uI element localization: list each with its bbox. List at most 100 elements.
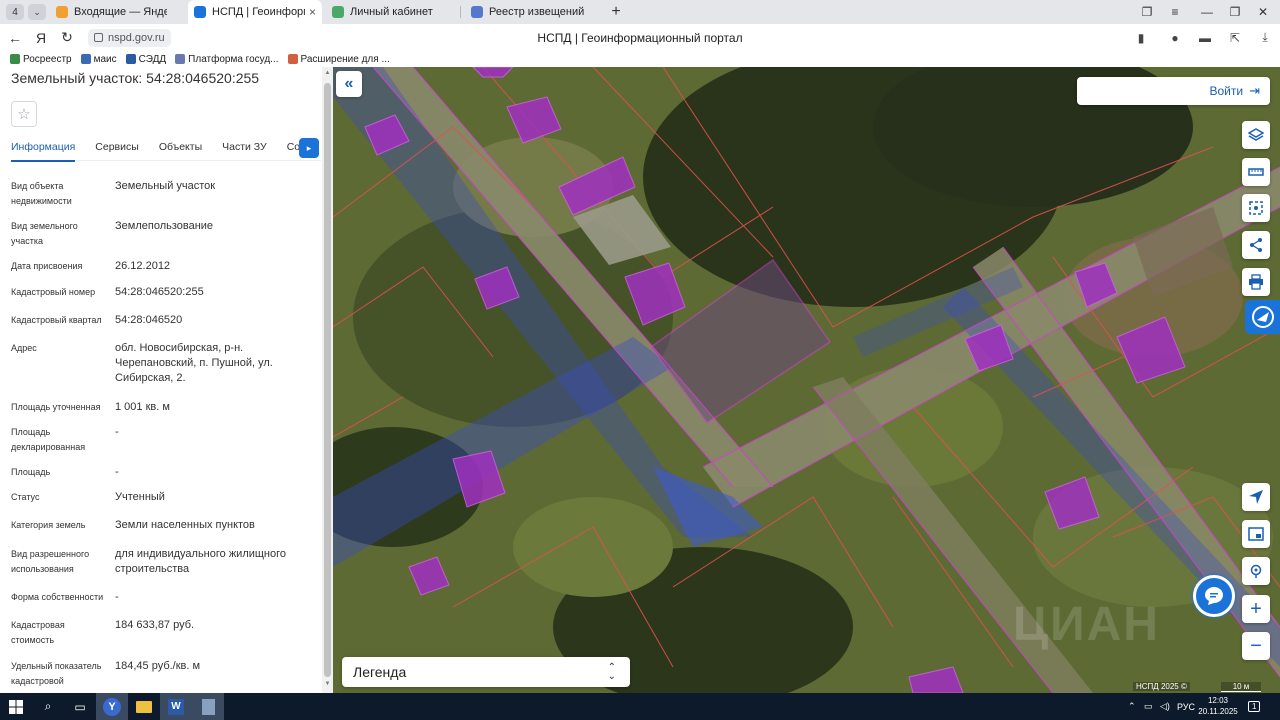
back-arrow-icon[interactable]: ← — [2, 27, 28, 49]
chat-icon[interactable] — [1193, 575, 1235, 617]
browser-tab-strip: 4 ⌄ Входящие — Яндекс Почт × НСПД | Геои… — [0, 0, 1280, 24]
picture-in-picture-icon[interactable] — [1242, 520, 1270, 548]
windows-taskbar: ⌕ ▭ Y W ⌃ ▭ ◁) РУС 12:03 20.11.2025 1 — [0, 693, 1280, 720]
network-icon[interactable]: ▭ — [1144, 693, 1153, 720]
language-indicator[interactable]: РУС — [1177, 693, 1195, 720]
share-icon[interactable] — [1242, 231, 1270, 259]
legend-dropdown[interactable]: Легенда ⌃ ⌄ — [342, 657, 630, 687]
new-tab-plus-icon[interactable]: + — [607, 3, 625, 21]
task-view-icon[interactable]: ▭ — [64, 693, 96, 720]
downloads-icon[interactable]: ▬ — [1190, 24, 1220, 51]
collapse-panel-icon[interactable]: « — [336, 71, 362, 97]
info-panel: Земельный участок: 54:28:046520:255 ☆ Ин… — [0, 67, 333, 693]
bookmark-label: Росреестр — [23, 53, 72, 65]
field-key: Удельный показатель кадастровой — [11, 661, 102, 686]
field-key: Кадастровый номер — [11, 287, 96, 297]
yandex-logo-icon[interactable]: Я — [28, 27, 54, 49]
tab-information[interactable]: Информация — [11, 133, 76, 162]
tab-parts[interactable]: Части ЗУ — [222, 133, 267, 161]
browser-tab-nspd[interactable]: НСПД | Геоинформацио × — [188, 0, 322, 24]
assistant-icon[interactable] — [1245, 300, 1280, 334]
close-icon[interactable]: × — [309, 5, 316, 19]
bookmark-extension[interactable]: Расширение для ... — [287, 54, 390, 65]
scroll-up-icon[interactable]: ▲ — [324, 70, 331, 78]
browser-tab-cabinet[interactable]: Личный кабинет — [326, 0, 460, 24]
watermark-text: ЦИАН — [1013, 598, 1160, 651]
chevron-updown-icon: ⌃ ⌄ — [607, 662, 616, 682]
parcel-title: Земельный участок: 54:28:046520:255 — [11, 70, 260, 86]
chevron-down-icon[interactable]: ⌄ — [28, 4, 46, 20]
bookmark-mais[interactable]: маис — [80, 54, 117, 65]
field-key: Кадастровый квартал — [11, 315, 102, 325]
browser-tab-mail[interactable]: Входящие — Яндекс Почт × — [50, 0, 184, 24]
tab-objects[interactable]: Объекты — [159, 133, 202, 161]
url-field[interactable]: nspd.gov.ru — [88, 28, 171, 47]
bookmark-rosreestr[interactable]: Росреестр — [10, 54, 72, 65]
scroll-thumb[interactable] — [324, 83, 331, 677]
field-key: Площадь — [11, 467, 51, 477]
notification-icon[interactable]: 1 — [1248, 693, 1261, 720]
clock-date: 20.11.2025 — [1198, 707, 1238, 716]
windows-start-icon[interactable] — [0, 693, 32, 720]
navigate-icon[interactable] — [1242, 483, 1270, 511]
clock-time: 12:03 — [1207, 696, 1229, 705]
field-value: - — [115, 466, 119, 478]
tab-counter[interactable]: 4 — [6, 4, 24, 20]
field-value: обл. Новосибирская, р-н. Черепановский, … — [115, 342, 273, 384]
minimize-icon[interactable]: — — [1192, 0, 1222, 24]
field-key: Дата присвоения — [11, 261, 83, 271]
login-arrow-icon: ⇥ — [1249, 83, 1260, 98]
notification-count: 1 — [1248, 701, 1261, 712]
field-key: Форма собственности — [11, 592, 104, 602]
bookmark-icon[interactable]: ▮ — [1126, 24, 1156, 51]
map-copyright: НСПД 2025 © — [1133, 682, 1190, 691]
bookmarks-bar: Росреестр маис СЭДД Платформа госуд... Р… — [0, 51, 1280, 67]
field-key: Адрес — [11, 343, 37, 353]
mail-favicon-icon — [56, 6, 68, 18]
bookmark-sedd[interactable]: СЭДД — [125, 54, 166, 65]
zoom-in-icon[interactable]: + — [1242, 595, 1270, 623]
panel-scrollbar[interactable]: ▲ ▼ — [322, 67, 333, 693]
scroll-down-icon[interactable]: ▼ — [324, 681, 331, 689]
tab-services[interactable]: Сервисы — [95, 133, 139, 161]
tray-chevron-icon[interactable]: ⌃ — [1128, 693, 1136, 720]
field-value: - — [115, 591, 119, 603]
field-value: Учтенный — [115, 491, 165, 503]
extension-icon[interactable]: ● — [1160, 24, 1190, 51]
field-value: Земельный участок — [115, 180, 216, 192]
bookmark-platform[interactable]: Платформа госуд... — [175, 54, 279, 65]
search-icon[interactable]: ⌕ — [32, 693, 64, 720]
file-explorer-icon[interactable] — [128, 693, 160, 720]
download-arrow-icon[interactable]: ⤓ — [1250, 24, 1280, 51]
tab-label: Личный кабинет — [350, 6, 433, 18]
browser-tab-registry[interactable]: Реестр извещений — [465, 0, 599, 24]
document-app-icon[interactable] — [192, 693, 224, 720]
field-value: Земли населенных пунктов — [115, 519, 255, 531]
share-page-icon[interactable]: ⇱ — [1220, 24, 1250, 51]
registry-favicon-icon — [471, 6, 483, 18]
clock[interactable]: 12:03 20.11.2025 — [1196, 695, 1240, 717]
login-button[interactable]: Войти ⇥ — [1077, 77, 1270, 105]
favorite-star-icon[interactable]: ☆ — [11, 101, 37, 127]
field-value: 184,45 руб./кв. м — [115, 660, 201, 672]
restore-icon[interactable]: ❐ — [1220, 0, 1250, 24]
menu-icon[interactable]: ≡ — [1160, 0, 1190, 24]
word-icon[interactable]: W — [160, 693, 192, 720]
locate-icon[interactable] — [1242, 557, 1270, 585]
volume-icon[interactable]: ◁) — [1160, 693, 1170, 720]
nspd-favicon-icon — [194, 6, 206, 18]
layers-icon[interactable] — [1242, 121, 1270, 149]
map-scale: 10 м — [1221, 682, 1261, 692]
close-window-icon[interactable]: ✕ — [1248, 0, 1278, 24]
reload-icon[interactable]: ↻ — [54, 27, 80, 49]
field-value: Землепользование — [115, 220, 214, 232]
tabs-next-arrow-icon[interactable]: ▸ — [299, 138, 319, 158]
field-key: Вид разрешенного использования — [11, 549, 90, 574]
zoom-out-icon[interactable]: − — [1242, 632, 1270, 660]
ruler-icon[interactable] — [1242, 158, 1270, 186]
map-view[interactable]: ЦИАН « Войти ⇥ + − Легенда ⌃ ⌄ НСПД 2025 … — [333, 67, 1280, 693]
select-area-icon[interactable] — [1242, 194, 1270, 222]
print-icon[interactable] — [1242, 268, 1270, 296]
yandex-browser-icon[interactable]: Y — [96, 693, 128, 720]
collections-icon[interactable]: ❐ — [1132, 0, 1162, 24]
